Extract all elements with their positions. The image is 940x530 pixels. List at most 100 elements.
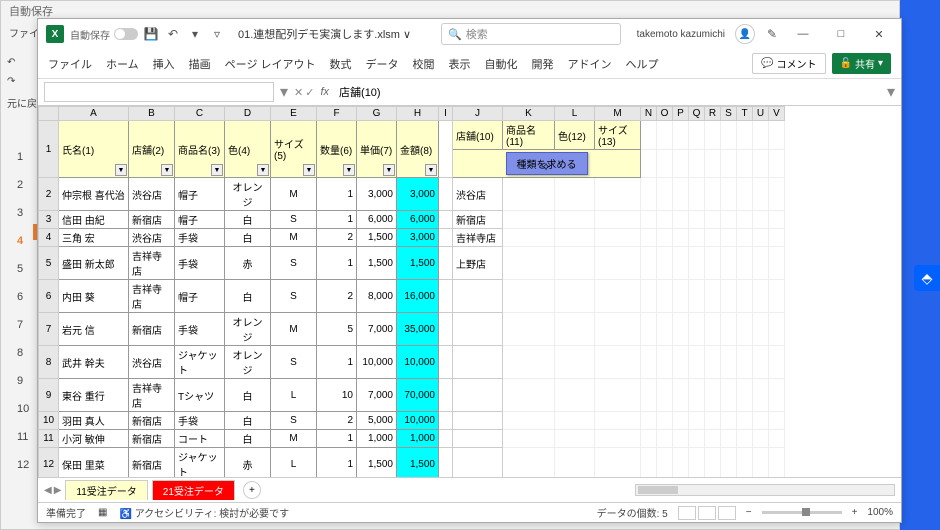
- select-all[interactable]: [39, 107, 59, 121]
- user-name[interactable]: takemoto kazumichi: [637, 29, 725, 40]
- cell[interactable]: 上野店: [453, 247, 503, 280]
- cell[interactable]: 1,000: [357, 430, 397, 448]
- table-header[interactable]: 氏名(1)▼: [59, 121, 129, 178]
- cell[interactable]: [453, 379, 503, 412]
- cell[interactable]: 盛田 新太郎: [59, 247, 129, 280]
- cell[interactable]: 吉祥寺店: [129, 379, 175, 412]
- cell[interactable]: 信田 由紀: [59, 211, 129, 229]
- cell[interactable]: 3,000: [397, 229, 439, 247]
- cell[interactable]: 渋谷店: [129, 178, 175, 211]
- zoom-slider[interactable]: [762, 511, 842, 514]
- cell[interactable]: 1: [317, 346, 357, 379]
- cell[interactable]: 6,000: [397, 211, 439, 229]
- lookup-header[interactable]: 色(12): [555, 121, 595, 150]
- cell[interactable]: 7,000: [357, 379, 397, 412]
- row-header[interactable]: 3: [39, 211, 59, 229]
- cell[interactable]: ジャケット: [175, 346, 225, 379]
- cell[interactable]: S: [271, 247, 317, 280]
- col-header[interactable]: I: [439, 107, 453, 121]
- cell[interactable]: 小河 敏伸: [59, 430, 129, 448]
- row-header[interactable]: 8: [39, 346, 59, 379]
- cell[interactable]: 新宿店: [129, 430, 175, 448]
- col-header[interactable]: J: [453, 107, 503, 121]
- col-header[interactable]: F: [317, 107, 357, 121]
- row-header[interactable]: 9: [39, 379, 59, 412]
- sheet-tab-1[interactable]: 11受注データ: [65, 480, 147, 500]
- cell[interactable]: 赤: [225, 247, 271, 280]
- cell[interactable]: 新宿店: [129, 448, 175, 478]
- cell[interactable]: コート: [175, 430, 225, 448]
- cell[interactable]: 岩元 信: [59, 313, 129, 346]
- col-header[interactable]: S: [721, 107, 737, 121]
- cell[interactable]: 白: [225, 379, 271, 412]
- cell[interactable]: 新宿店: [129, 211, 175, 229]
- filter-icon[interactable]: ▼: [303, 164, 315, 176]
- enter-icon[interactable]: ✓: [305, 86, 314, 99]
- col-header[interactable]: Q: [689, 107, 705, 121]
- cell[interactable]: 手袋: [175, 229, 225, 247]
- cell[interactable]: 1: [317, 211, 357, 229]
- status-access[interactable]: ♿ アクセシビリティ: 検討が必要です: [119, 505, 289, 520]
- cell[interactable]: S: [271, 280, 317, 313]
- row-header[interactable]: 10: [39, 412, 59, 430]
- dropbox-icon[interactable]: ⬘: [914, 265, 940, 291]
- cell[interactable]: 1,500: [397, 448, 439, 478]
- cell[interactable]: 8,000: [357, 280, 397, 313]
- col-header[interactable]: P: [673, 107, 689, 121]
- cell[interactable]: 2: [317, 229, 357, 247]
- cell[interactable]: 1: [317, 448, 357, 478]
- pen-icon[interactable]: ✎: [765, 27, 779, 41]
- cell[interactable]: 白: [225, 211, 271, 229]
- table-header[interactable]: 数量(6)▼: [317, 121, 357, 178]
- cell[interactable]: 1: [317, 247, 357, 280]
- cell[interactable]: 白: [225, 412, 271, 430]
- col-header[interactable]: R: [705, 107, 721, 121]
- filter-icon[interactable]: ▼: [115, 164, 127, 176]
- cell[interactable]: 7,000: [357, 313, 397, 346]
- cell[interactable]: 手袋: [175, 412, 225, 430]
- cell[interactable]: 3,000: [397, 178, 439, 211]
- table-header[interactable]: サイズ(5)▼: [271, 121, 317, 178]
- cell[interactable]: 手袋: [175, 313, 225, 346]
- cell[interactable]: 手袋: [175, 247, 225, 280]
- cell[interactable]: 70,000: [397, 379, 439, 412]
- tab-formulas[interactable]: 数式: [330, 56, 352, 72]
- cell[interactable]: 新宿店: [129, 412, 175, 430]
- filename[interactable]: 01.連想配列デモ実演します.xlsm ∨: [238, 26, 411, 42]
- status-macro-icon[interactable]: ▦: [98, 507, 107, 518]
- cell[interactable]: 吉祥寺店: [129, 247, 175, 280]
- cell[interactable]: 1,500: [397, 247, 439, 280]
- cell[interactable]: 1,500: [357, 448, 397, 478]
- cell[interactable]: 渋谷店: [129, 229, 175, 247]
- row-header[interactable]: 5: [39, 247, 59, 280]
- cell[interactable]: [453, 448, 503, 478]
- sheet-tab-2[interactable]: 21受注データ: [152, 480, 235, 500]
- cell[interactable]: ジャケット: [175, 448, 225, 478]
- filter-icon[interactable]: ▼: [257, 164, 269, 176]
- lookup-header[interactable]: 店舗(10): [453, 121, 503, 150]
- cell[interactable]: S: [271, 211, 317, 229]
- col-header[interactable]: K: [503, 107, 555, 121]
- row-header[interactable]: 7: [39, 313, 59, 346]
- cell[interactable]: 帽子: [175, 211, 225, 229]
- cell[interactable]: 内田 葵: [59, 280, 129, 313]
- cell[interactable]: M: [271, 229, 317, 247]
- cell[interactable]: 1,500: [357, 247, 397, 280]
- close-button[interactable]: ✕: [865, 24, 893, 44]
- filter-icon[interactable]: ▼: [425, 164, 437, 176]
- cell[interactable]: S: [271, 346, 317, 379]
- tab-insert[interactable]: 挿入: [153, 56, 175, 72]
- autosave[interactable]: 自動保存: [70, 27, 138, 42]
- tab-developer[interactable]: 開発: [532, 56, 554, 72]
- name-box[interactable]: [44, 82, 274, 102]
- col-header[interactable]: V: [769, 107, 785, 121]
- cell[interactable]: 3,000: [357, 178, 397, 211]
- minimize-button[interactable]: —: [789, 24, 817, 44]
- sheet-nav[interactable]: ◀▶: [44, 485, 61, 496]
- cell[interactable]: [453, 313, 503, 346]
- tab-draw[interactable]: 描画: [189, 56, 211, 72]
- autosave-toggle[interactable]: [114, 28, 138, 40]
- col-header[interactable]: G: [357, 107, 397, 121]
- maximize-button[interactable]: □: [827, 24, 855, 44]
- zoom-level[interactable]: 100%: [867, 507, 893, 518]
